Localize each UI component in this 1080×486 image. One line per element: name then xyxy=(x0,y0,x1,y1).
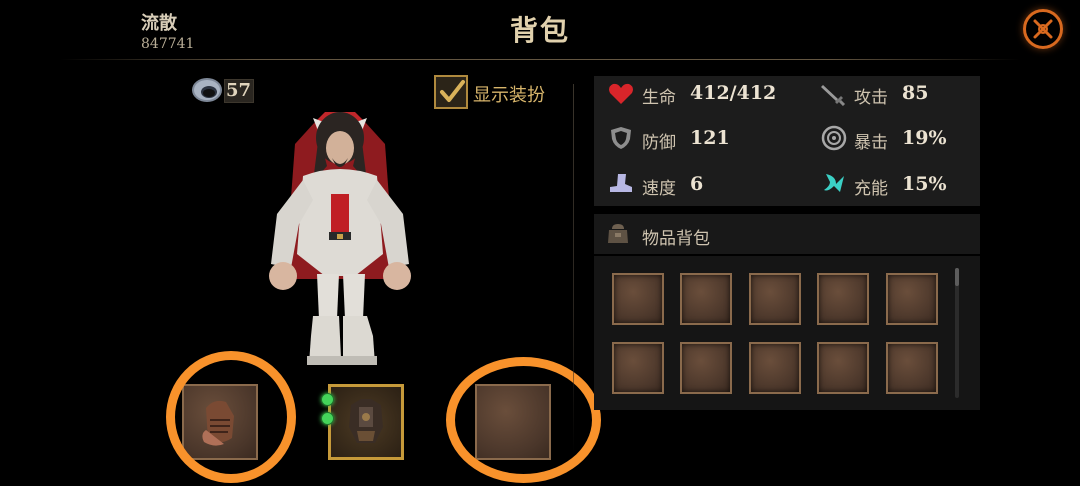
close-icon xyxy=(1033,19,1053,39)
close-button[interactable] xyxy=(1023,9,1063,49)
page-title: 背包 xyxy=(509,14,570,47)
equipment-slot-armor[interactable] xyxy=(321,384,404,460)
show-outfit-label[interactable]: 显示装扮 xyxy=(473,81,545,107)
inventory-scroll-thumb[interactable] xyxy=(955,268,959,286)
stat-value-speed: 6 xyxy=(690,173,704,195)
highlight-ring-empty-slot xyxy=(446,357,601,483)
energy-icon xyxy=(824,174,844,192)
vertical-divider xyxy=(573,84,574,456)
stat-label-attack: 攻击 xyxy=(854,88,888,108)
armor-icon xyxy=(349,399,383,443)
stat-value-defense: 121 xyxy=(690,127,730,149)
gem-socket-2 xyxy=(321,412,334,425)
inventory-slot[interactable] xyxy=(749,273,801,325)
inventory-slot[interactable] xyxy=(612,342,664,394)
inventory-slot[interactable] xyxy=(886,273,938,325)
stat-label-defense: 防御 xyxy=(642,133,676,153)
stat-value-attack: 85 xyxy=(902,82,929,104)
crit-icon xyxy=(821,125,847,151)
boot-icon xyxy=(610,174,632,192)
stat-label-hp: 生命 xyxy=(642,88,676,108)
inventory-slot[interactable] xyxy=(680,342,732,394)
gem-socket-1 xyxy=(321,393,334,406)
inventory-slot[interactable] xyxy=(817,273,869,325)
stat-label-energy: 充能 xyxy=(854,179,888,199)
inventory-grid xyxy=(594,256,980,410)
bag-icon xyxy=(608,224,628,243)
inventory-slot[interactable] xyxy=(680,273,732,325)
stat-value-crit: 19% xyxy=(902,127,947,149)
character-portrait xyxy=(269,112,411,365)
inventory-scrollbar[interactable] xyxy=(955,268,959,398)
stat-value-hp: 412/412 xyxy=(690,82,777,104)
stat-value-energy: 15% xyxy=(902,173,947,195)
stat-label-crit: 暴击 xyxy=(854,133,888,153)
inventory-slot[interactable] xyxy=(817,342,869,394)
heart-icon xyxy=(609,83,633,104)
inventory-slot[interactable] xyxy=(612,273,664,325)
checkmark-icon xyxy=(440,80,465,102)
highlight-ring-gloves xyxy=(166,351,296,483)
inventory-slot[interactable] xyxy=(886,342,938,394)
show-outfit-checkbox[interactable] xyxy=(434,75,468,109)
sword-icon xyxy=(821,85,846,106)
shield-icon xyxy=(611,127,631,149)
header-divider xyxy=(60,59,1020,60)
currency-value: 57 xyxy=(226,80,252,101)
stat-label-speed: 速度 xyxy=(642,179,676,199)
ring-currency-icon xyxy=(192,78,222,102)
inventory-slot[interactable] xyxy=(749,342,801,394)
inventory-title: 物品背包 xyxy=(642,229,710,249)
